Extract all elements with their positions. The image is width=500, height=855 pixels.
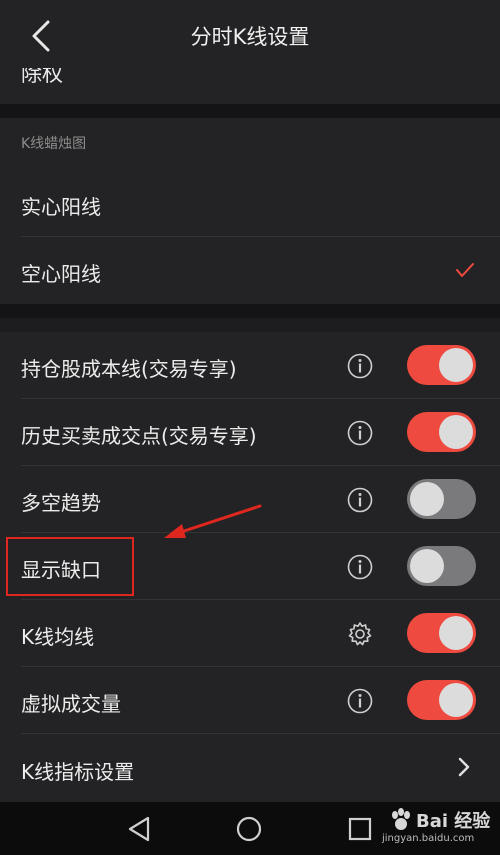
info-icon[interactable] xyxy=(347,487,373,513)
bull-bear-trend-toggle[interactable] xyxy=(407,479,476,519)
watermark-url: jingyan.baidu.com xyxy=(382,833,475,844)
ex-rights-label: 除权 xyxy=(21,68,63,86)
checkmark-icon xyxy=(456,263,474,277)
baidu-watermark: Bai 经验 jingyan.baidu.com xyxy=(382,805,497,851)
watermark-brand: Bai 经验 xyxy=(416,811,491,832)
k-line-indicator-settings-row[interactable]: K线指标设置 xyxy=(0,734,500,802)
header-bar: 分时K线设置 xyxy=(0,0,500,68)
info-icon[interactable] xyxy=(347,420,373,446)
info-icon[interactable] xyxy=(347,554,373,580)
annotation-highlight-box xyxy=(6,537,134,596)
section-divider xyxy=(0,304,500,318)
setting-row-k-line-ma: K线均线 xyxy=(0,600,500,667)
setting-label: 持仓股成本线(交易专享) xyxy=(21,357,237,381)
setting-label: 历史买卖成交点(交易专享) xyxy=(21,424,257,448)
toggle-knob xyxy=(410,482,444,516)
setting-row-trade-points: 历史买卖成交点(交易专享) xyxy=(0,399,500,466)
info-icon[interactable] xyxy=(347,353,373,379)
trade-points-toggle[interactable] xyxy=(407,412,476,452)
setting-label: K线指标设置 xyxy=(21,760,135,784)
toggle-knob xyxy=(439,616,473,650)
annotation-arrow xyxy=(164,504,262,538)
home-circle-icon[interactable] xyxy=(235,815,263,843)
show-gaps-toggle[interactable] xyxy=(407,546,476,586)
setting-row-position-cost-line: 持仓股成本线(交易专享) xyxy=(0,332,500,399)
virtual-volume-toggle[interactable] xyxy=(407,680,476,720)
paw-icon xyxy=(392,808,410,830)
toggle-knob xyxy=(439,683,473,717)
gear-icon[interactable] xyxy=(347,621,373,647)
setting-label: K线均线 xyxy=(21,625,95,649)
setting-label: 多空趋势 xyxy=(21,491,101,515)
toggle-knob xyxy=(439,348,473,382)
recents-square-icon[interactable] xyxy=(346,815,374,843)
candle-option-label: 空心阳线 xyxy=(21,262,101,286)
info-icon[interactable] xyxy=(347,688,373,714)
back-triangle-icon[interactable] xyxy=(126,815,154,843)
page-title: 分时K线设置 xyxy=(190,25,310,49)
toggle-knob xyxy=(439,415,473,449)
section-divider xyxy=(0,104,500,118)
candle-section-label: K线蜡烛图 xyxy=(21,136,87,152)
toggle-knob xyxy=(410,549,444,583)
candle-option-label: 实心阳线 xyxy=(21,195,101,219)
candle-option-hollow[interactable]: 空心阳线 xyxy=(0,237,500,304)
setting-label: 虚拟成交量 xyxy=(21,692,121,716)
candle-option-solid[interactable]: 实心阳线 xyxy=(0,170,500,237)
position-cost-line-toggle[interactable] xyxy=(407,345,476,385)
ex-rights-row[interactable]: 除权 xyxy=(0,68,500,104)
k-line-ma-toggle[interactable] xyxy=(407,613,476,653)
setting-row-virtual-volume: 虚拟成交量 xyxy=(0,667,500,734)
chevron-right-icon xyxy=(458,757,470,777)
